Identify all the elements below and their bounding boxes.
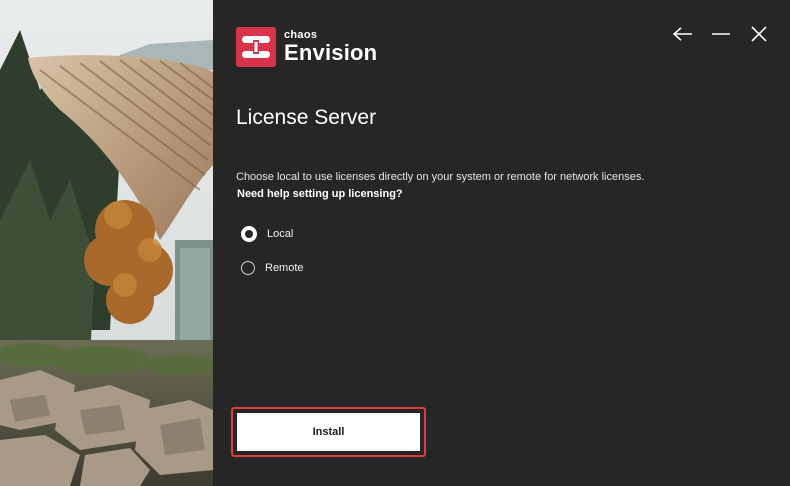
- arrow-left-icon: [673, 27, 692, 41]
- minimize-icon: [712, 33, 730, 35]
- radio-remote[interactable]: Remote: [241, 261, 304, 275]
- radio-local-indicator[interactable]: [241, 226, 257, 242]
- radio-remote-label: Remote: [265, 262, 304, 274]
- brand-logo: chaos Envision: [236, 27, 377, 67]
- back-button[interactable]: [672, 23, 694, 45]
- minimize-button[interactable]: [710, 23, 732, 45]
- radio-local-label: Local: [267, 228, 294, 240]
- radio-local[interactable]: Local: [241, 226, 293, 242]
- licensing-help-link[interactable]: Need help setting up licensing?: [237, 188, 403, 200]
- radio-remote-indicator[interactable]: [241, 261, 255, 275]
- install-highlight: Install: [231, 407, 426, 457]
- page-title: License Server: [236, 106, 377, 129]
- window-controls: [672, 23, 770, 45]
- envision-logo-icon: [236, 27, 276, 67]
- hero-image: [0, 0, 213, 486]
- brand-product: Envision: [284, 40, 378, 65]
- close-icon: [751, 26, 767, 42]
- install-button[interactable]: Install: [237, 413, 420, 451]
- installer-panel: chaos Envision License Server Choose loc…: [213, 0, 790, 486]
- close-button[interactable]: [748, 23, 770, 45]
- page-description: Choose local to use licenses directly on…: [236, 171, 645, 183]
